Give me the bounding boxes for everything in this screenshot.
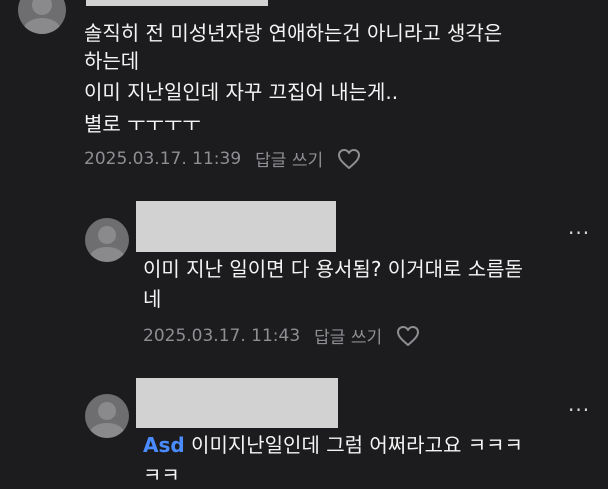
heart-outline-icon[interactable] bbox=[396, 325, 420, 347]
avatar[interactable] bbox=[85, 394, 129, 438]
heart-outline-icon[interactable] bbox=[337, 148, 361, 170]
comment-thread: 솔직히 전 미성년자랑 연애하는건 아니라고 생각은 하는데 이미 지난일인데 … bbox=[0, 0, 608, 489]
comment-text-line: 이미 지난 일이면 다 용서됨? 이거대로 소름돋 bbox=[143, 257, 523, 281]
redacted-username bbox=[136, 201, 336, 252]
reply-button[interactable]: 답글 쓰기 bbox=[314, 323, 382, 348]
avatar[interactable] bbox=[85, 218, 129, 262]
comment-text-line: 하는데 bbox=[84, 49, 140, 73]
comment-text-line: ㅋㅋ bbox=[143, 463, 180, 487]
comment-text-line: 별로 ㅜㅜㅜㅜ bbox=[84, 112, 201, 136]
redacted-username bbox=[136, 378, 338, 428]
more-options-button[interactable]: ··· bbox=[568, 223, 590, 243]
comment-text-line: 솔직히 전 미성년자랑 연애하는건 아니라고 생각은 bbox=[84, 21, 503, 45]
comment-text-line: 이미 지난일인데 자꾸 끄집어 내는게.. bbox=[84, 80, 399, 104]
comment-text-line: 네 bbox=[143, 287, 162, 311]
comment-timestamp: 2025.03.17. 11:43 bbox=[143, 325, 301, 346]
comment-meta: 2025.03.17. 11:43 답글 쓰기 bbox=[143, 323, 420, 348]
comment-meta: 2025.03.17. 11:39 답글 쓰기 bbox=[84, 146, 361, 171]
comment-text: 이미지난일인데 그럼 어쩌라고요 ㅋㅋㅋ bbox=[184, 433, 523, 457]
comment-text-line: Asd 이미지난일인데 그럼 어쩌라고요 ㅋㅋㅋ bbox=[143, 432, 523, 458]
more-options-button[interactable]: ··· bbox=[568, 400, 590, 420]
avatar[interactable] bbox=[18, 0, 66, 34]
redacted-username bbox=[86, 0, 268, 6]
mention-link[interactable]: Asd bbox=[143, 433, 185, 457]
comment-timestamp: 2025.03.17. 11:39 bbox=[84, 148, 242, 169]
reply-button[interactable]: 답글 쓰기 bbox=[255, 146, 323, 171]
